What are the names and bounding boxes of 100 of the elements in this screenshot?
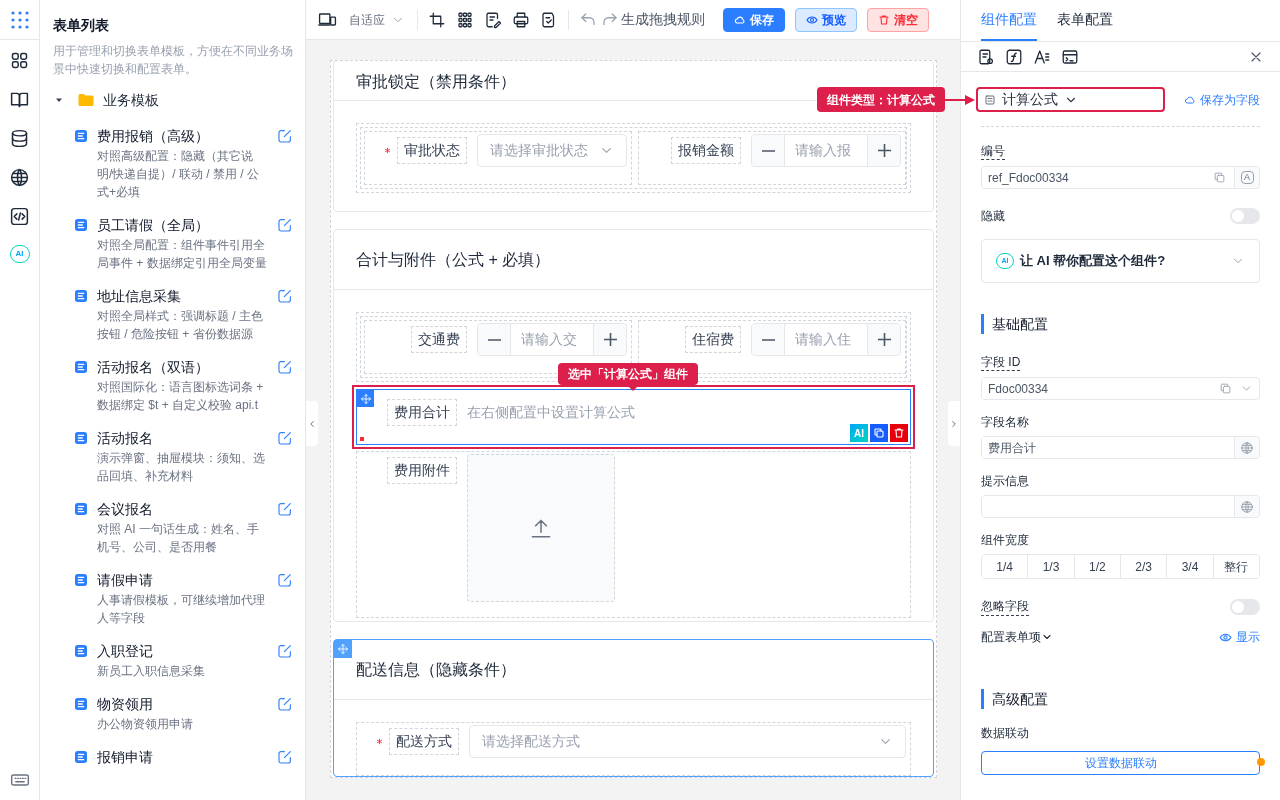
form-item[interactable]: 报销金额 请输入报 — [638, 131, 906, 185]
field-label: 字段名称 — [981, 414, 1030, 430]
save-as-field-link[interactable]: 保存为字段 — [1184, 90, 1260, 109]
delete-button[interactable] — [890, 424, 908, 443]
width-option[interactable]: 整行 — [1212, 555, 1259, 578]
field-label: 组件宽度 — [981, 532, 1030, 548]
formula-hint: 在右侧配置中设置计算公式 — [467, 403, 635, 423]
function-icon[interactable] — [1005, 47, 1023, 66]
folder-icon — [77, 91, 95, 109]
drag-handle[interactable] — [334, 640, 352, 658]
folder-label[interactable]: 业务模板 — [103, 89, 159, 111]
increment-button[interactable] — [867, 324, 900, 356]
app-launcher-icon[interactable] — [9, 9, 30, 30]
edit-icon[interactable] — [277, 128, 293, 144]
form-item[interactable]: 配送方式 请选择配送方式 — [356, 722, 911, 776]
globe-icon[interactable] — [9, 167, 30, 188]
template-title[interactable]: 请假申请 — [97, 570, 267, 590]
number-stepper[interactable]: 请输入报 — [751, 134, 901, 167]
document-icon — [73, 572, 89, 588]
increment-button[interactable] — [593, 324, 626, 356]
template-title[interactable]: 入职登记 — [97, 641, 267, 661]
field-name-field[interactable]: 费用合计 — [981, 436, 1260, 459]
number-stepper[interactable]: 请输入交 — [477, 323, 627, 357]
copy-icon — [873, 427, 885, 440]
terminal-icon[interactable] — [1061, 47, 1079, 66]
minus-icon — [761, 338, 775, 341]
crop-icon[interactable] — [428, 10, 446, 29]
code-field[interactable]: ref_Fdoc00334 A — [981, 166, 1260, 189]
template-description: 演示弹窗、抽屉模块：须知、选品回填、补充材料 — [97, 450, 266, 485]
edit-icon[interactable] — [277, 430, 293, 446]
template-title[interactable]: 会议报名 — [97, 499, 267, 519]
template-title[interactable]: 活动报名（双语） — [97, 357, 267, 377]
field-label: 数据联动 — [981, 725, 1030, 741]
edit-icon[interactable] — [277, 359, 293, 375]
section-title: 配送信息（隐藏条件） — [356, 659, 516, 680]
field-label: 字段 ID — [981, 354, 1021, 371]
preview-button[interactable]: 预览 — [795, 7, 857, 32]
text-mode-button[interactable]: A — [1240, 171, 1254, 184]
grid-icon[interactable] — [9, 50, 30, 71]
drag-handle[interactable] — [357, 390, 374, 408]
panel-title: 表单列表 — [53, 16, 110, 34]
increment-button[interactable] — [867, 135, 900, 166]
form-settings-icon[interactable] — [977, 47, 995, 66]
save-button[interactable]: 保存 — [723, 7, 785, 32]
ai-prompt-text: 让 AI 帮你配置这个组件? — [1020, 252, 1166, 271]
edit-icon[interactable] — [277, 643, 293, 659]
device-icon[interactable] — [318, 10, 337, 29]
generate-rule-button[interactable]: 生成拖拽规则 — [601, 9, 705, 30]
tab[interactable]: 表单配置 — [1057, 0, 1113, 41]
copy-icon[interactable] — [1213, 171, 1226, 184]
decrement-button[interactable] — [752, 324, 785, 356]
document-icon — [73, 643, 89, 659]
decrement-button[interactable] — [752, 135, 785, 166]
field-label: 费用合计 — [387, 399, 457, 427]
number-stepper[interactable]: 请输入住 — [751, 323, 901, 357]
field-label: 交通费 — [411, 326, 467, 354]
template-title[interactable]: 报销申请 — [97, 747, 267, 767]
annotation-arrow — [944, 95, 976, 105]
toggle-switch[interactable] — [1230, 208, 1260, 224]
note-edit-icon[interactable] — [484, 10, 502, 29]
grid-icon[interactable] — [456, 10, 474, 29]
resize-handle[interactable] — [360, 437, 364, 442]
edit-icon[interactable] — [277, 696, 293, 712]
edit-icon[interactable] — [277, 572, 293, 588]
field-label: 忽略字段 — [981, 597, 1029, 616]
layout-select[interactable]: 自适应 — [347, 10, 407, 29]
database-icon[interactable] — [9, 128, 30, 149]
field-id-select[interactable]: Fdoc00334 — [981, 377, 1260, 400]
form-items-toggle[interactable]: 配置表单项 — [981, 628, 1053, 646]
trash-icon — [893, 427, 905, 440]
annotation-callout: 组件类型：计算公式 — [817, 87, 945, 112]
hint-field[interactable] — [981, 495, 1260, 518]
template-title[interactable]: 费用报销（高级） — [97, 126, 267, 146]
form-item[interactable]: 审批状态 请选择审批状态 — [364, 131, 632, 185]
template-title[interactable]: 地址信息采集 — [97, 286, 267, 306]
code-icon[interactable] — [9, 206, 30, 227]
decrement-button[interactable] — [478, 324, 511, 356]
edit-icon[interactable] — [277, 501, 293, 517]
edit-icon[interactable] — [277, 217, 293, 233]
document-icon — [73, 696, 89, 712]
template-description: 新员工入职信息采集 — [97, 663, 206, 680]
copy-button[interactable] — [870, 424, 888, 443]
edit-icon[interactable] — [277, 749, 293, 765]
form-section[interactable]: 配送信息（隐藏条件） 配送方式 请选择配送方式 — [333, 639, 934, 777]
document-icon — [73, 288, 89, 304]
document-icon — [73, 501, 89, 517]
edit-icon[interactable] — [277, 288, 293, 304]
template-title[interactable]: 活动报名 — [97, 428, 267, 448]
toggle-switch[interactable] — [1230, 598, 1260, 615]
set-linkage-button[interactable]: 设置数据联动 — [981, 751, 1260, 775]
eye-icon — [806, 13, 818, 26]
print-icon[interactable] — [512, 10, 530, 29]
template-title[interactable]: 员工请假（全局） — [97, 215, 267, 235]
copy-icon[interactable] — [1219, 382, 1232, 395]
panel-description: 用于管理和切换表单模板，方便在不同业务场景中快速切换和配置表单。 — [53, 43, 293, 78]
text-style-icon[interactable] — [1033, 47, 1051, 66]
template-title[interactable]: 物资领用 — [97, 694, 267, 714]
component-type-select[interactable]: 计算公式 — [976, 87, 1165, 112]
show-link[interactable]: 显示 — [1219, 628, 1260, 646]
tab[interactable]: 组件配置 — [981, 0, 1037, 41]
